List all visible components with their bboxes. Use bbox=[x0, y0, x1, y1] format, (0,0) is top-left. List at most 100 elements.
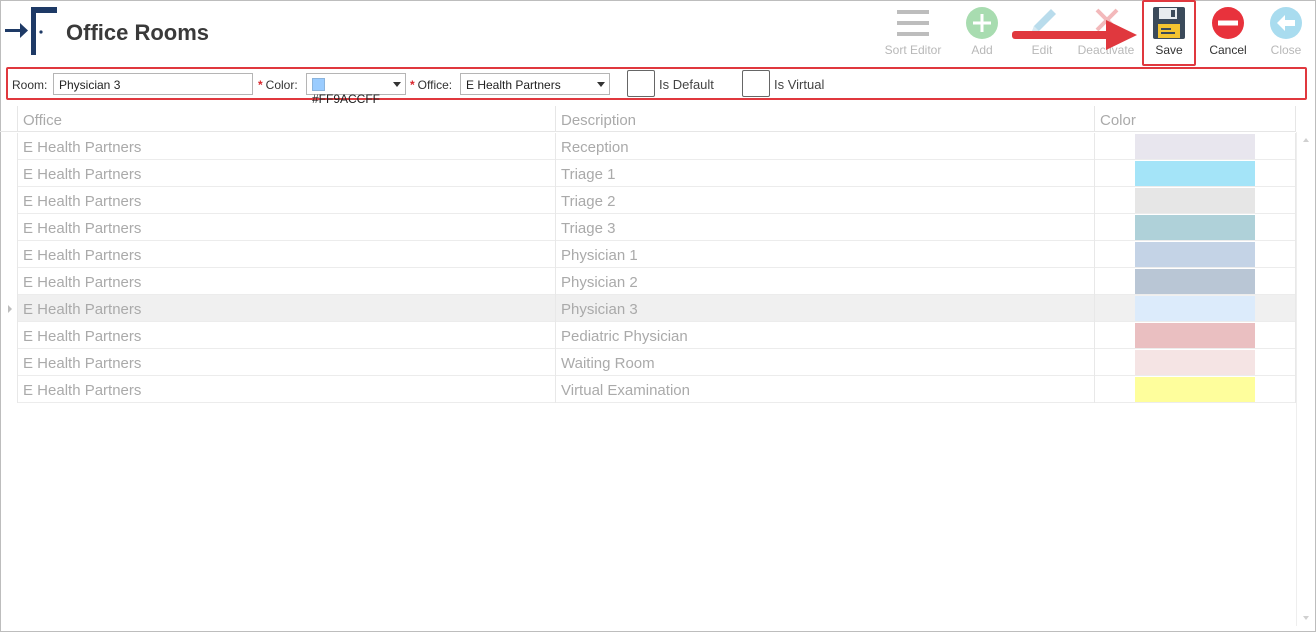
office-cell: E Health Partners bbox=[18, 376, 556, 403]
close-label: Close bbox=[1270, 43, 1302, 57]
description-cell: Triage 2 bbox=[556, 187, 1095, 214]
hamburger-menu-icon bbox=[897, 10, 929, 36]
description-cell: Virtual Examination bbox=[556, 376, 1095, 403]
color-swatch bbox=[1135, 242, 1255, 267]
office-cell: E Health Partners bbox=[18, 187, 556, 214]
required-mark: * bbox=[258, 78, 263, 92]
current-row-icon bbox=[8, 305, 12, 313]
table-row[interactable]: E Health Partners Pediatric Physician bbox=[18, 322, 1296, 349]
save-label: Save bbox=[1155, 43, 1183, 57]
office-cell: E Health Partners bbox=[18, 133, 556, 160]
is-default-label: Is Default bbox=[659, 77, 714, 92]
is-default-checkbox[interactable] bbox=[627, 70, 655, 97]
description-cell: Physician 1 bbox=[556, 241, 1095, 268]
color-cell bbox=[1095, 214, 1296, 241]
description-cell: Triage 1 bbox=[556, 160, 1095, 187]
row-indicator[interactable] bbox=[0, 241, 18, 268]
color-cell bbox=[1095, 295, 1296, 322]
office-cell: E Health Partners bbox=[18, 322, 556, 349]
color-cell bbox=[1095, 241, 1296, 268]
is-virtual-checkbox[interactable] bbox=[742, 70, 770, 97]
column-header-color[interactable]: Color bbox=[1095, 106, 1296, 132]
page-title: Office Rooms bbox=[66, 20, 210, 45]
room-input[interactable]: Physician 3 bbox=[53, 73, 253, 95]
color-swatch bbox=[1135, 188, 1255, 213]
table-row[interactable]: E Health Partners Reception bbox=[18, 133, 1296, 160]
chevron-down-icon bbox=[597, 82, 605, 87]
header-bar: Office Rooms Sort Editor Add Edit Deacti… bbox=[0, 0, 1316, 68]
color-cell bbox=[1095, 268, 1296, 295]
required-mark: * bbox=[410, 78, 415, 92]
row-indicator[interactable] bbox=[0, 214, 18, 241]
table-row[interactable]: E Health Partners Physician 1 bbox=[18, 241, 1296, 268]
add-button[interactable]: Add bbox=[960, 4, 1004, 60]
table-row[interactable]: E Health Partners Triage 2 bbox=[18, 187, 1296, 214]
grid-corner bbox=[0, 106, 18, 132]
sort-editor-button[interactable]: Sort Editor bbox=[882, 4, 944, 60]
table-row[interactable]: E Health Partners Triage 3 bbox=[18, 214, 1296, 241]
color-swatch bbox=[1135, 377, 1255, 402]
office-cell: E Health Partners bbox=[18, 349, 556, 376]
column-header-description[interactable]: Description bbox=[556, 106, 1095, 132]
row-indicator[interactable] bbox=[0, 322, 18, 349]
office-value: E Health Partners bbox=[466, 78, 561, 92]
close-button[interactable]: Close bbox=[1264, 4, 1308, 60]
office-cell: E Health Partners bbox=[18, 214, 556, 241]
row-indicator[interactable] bbox=[0, 268, 18, 295]
description-cell: Pediatric Physician bbox=[556, 322, 1095, 349]
is-virtual-label: Is Virtual bbox=[774, 77, 825, 92]
room-edit-bar: Room: Physician 3 * Color: #FF9ACCFF * Off… bbox=[6, 67, 1307, 106]
row-indicator[interactable] bbox=[0, 133, 18, 160]
office-cell: E Health Partners bbox=[18, 268, 556, 295]
row-indicator[interactable] bbox=[0, 376, 18, 403]
table-row[interactable]: E Health Partners Waiting Room bbox=[18, 349, 1296, 376]
color-swatch bbox=[1135, 323, 1255, 348]
table-row[interactable]: E Health Partners Physician 3 bbox=[18, 295, 1296, 322]
description-cell: Physician 3 bbox=[556, 295, 1095, 322]
cancel-button[interactable]: Cancel bbox=[1206, 4, 1250, 60]
sort-editor-label: Sort Editor bbox=[884, 43, 942, 57]
office-label-group: * Office: bbox=[410, 78, 452, 92]
scroll-down-icon[interactable] bbox=[1303, 616, 1309, 620]
vertical-scrollbar[interactable] bbox=[1296, 132, 1314, 626]
chevron-down-icon bbox=[393, 82, 401, 87]
add-label: Add bbox=[971, 43, 993, 57]
column-header-office[interactable]: Office bbox=[18, 106, 556, 132]
color-swatch bbox=[1135, 134, 1255, 159]
annotation-arrow-icon bbox=[1012, 20, 1137, 50]
save-button[interactable]: Save bbox=[1146, 4, 1192, 60]
back-arrow-circle-icon bbox=[1270, 7, 1302, 39]
minus-circle-icon bbox=[1212, 7, 1244, 39]
description-cell: Physician 2 bbox=[556, 268, 1095, 295]
description-cell: Triage 3 bbox=[556, 214, 1095, 241]
table-row[interactable]: E Health Partners Physician 2 bbox=[18, 268, 1296, 295]
office-label: Office: bbox=[417, 78, 453, 92]
color-swatch bbox=[1135, 350, 1255, 375]
color-swatch bbox=[1135, 161, 1255, 186]
row-indicator[interactable] bbox=[0, 349, 18, 376]
office-dropdown[interactable]: E Health Partners bbox=[460, 73, 610, 95]
color-swatch bbox=[1135, 269, 1255, 294]
office-cell: E Health Partners bbox=[18, 241, 556, 268]
color-cell bbox=[1095, 160, 1296, 187]
row-indicator[interactable] bbox=[0, 295, 18, 322]
table-row[interactable]: E Health Partners Virtual Examination bbox=[18, 376, 1296, 403]
table-row[interactable]: E Health Partners Triage 1 bbox=[18, 160, 1296, 187]
color-label: Color: bbox=[265, 78, 298, 92]
color-cell bbox=[1095, 322, 1296, 349]
description-cell: Waiting Room bbox=[556, 349, 1095, 376]
color-cell bbox=[1095, 376, 1296, 403]
row-indicator[interactable] bbox=[0, 160, 18, 187]
color-label-group: * Color: bbox=[258, 78, 298, 92]
color-cell bbox=[1095, 187, 1296, 214]
color-cell bbox=[1095, 133, 1296, 160]
color-cell bbox=[1095, 349, 1296, 376]
row-indicator[interactable] bbox=[0, 187, 18, 214]
color-swatch bbox=[1135, 215, 1255, 240]
floppy-disk-icon bbox=[1153, 7, 1185, 39]
scroll-up-icon[interactable] bbox=[1303, 138, 1309, 142]
room-label: Room: bbox=[12, 78, 48, 92]
color-dropdown[interactable]: #FF9ACCFF bbox=[306, 73, 406, 106]
color-swatch bbox=[312, 78, 325, 91]
plus-circle-icon bbox=[966, 7, 998, 39]
